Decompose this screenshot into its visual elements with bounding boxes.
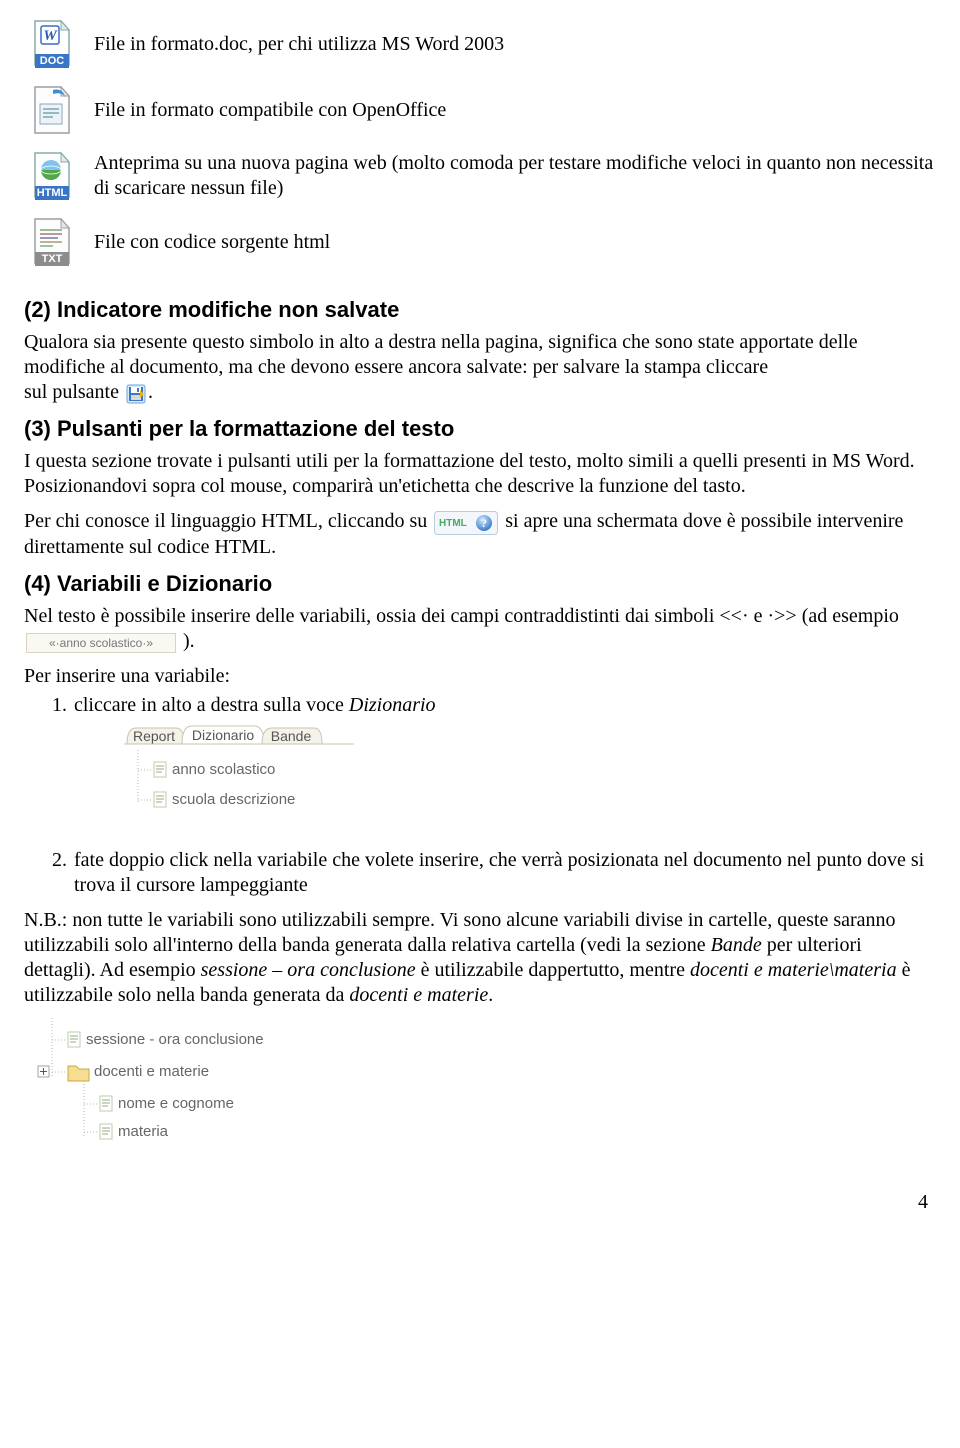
section-3-p2: Per chi conosce il linguaggio HTML, clic… (24, 509, 936, 560)
section-4-p2: Per inserire una variabile: (24, 664, 936, 689)
openoffice-file-icon (24, 84, 80, 136)
nb-2: Bande (711, 934, 762, 956)
svg-text:docenti e materie: docenti e materie (94, 1063, 209, 1080)
list-item-2: fate doppio click nella variabile che vo… (72, 848, 936, 898)
file-type-list: W DOC File in formato.doc, per chi utili… (24, 18, 936, 268)
doc-file-icon: W DOC (24, 18, 80, 70)
nb-6: docenti e materie\materia (690, 959, 897, 981)
section-2-text-c: . (148, 381, 153, 403)
html-label: HTML (439, 518, 467, 529)
variables-tree: sessione - ora conclusione docenti e mat… (34, 1018, 294, 1148)
nb-8: docenti e materie (349, 984, 488, 1006)
section-4-nb: N.B.: non tutte le variabili sono utiliz… (24, 908, 936, 1008)
section-4-p1: Nel testo è possibile inserire delle var… (24, 604, 936, 655)
section-3-p1: I questa sezione trovate i pulsanti util… (24, 449, 936, 499)
svg-text:scuola descrizione: scuola descrizione (172, 791, 295, 808)
section-2-para: Qualora sia presente questo simbolo in a… (24, 330, 936, 406)
svg-text:Dizionario: Dizionario (192, 727, 254, 743)
svg-text:TXT: TXT (42, 253, 63, 265)
variable-badge-icon: «·anno scolastico·» (26, 629, 176, 654)
list-item-1: cliccare in alto a destra sulla voce Diz… (72, 693, 936, 822)
section-4-p1a: Nel testo è possibile inserire delle var… (24, 605, 899, 627)
svg-text:anno scolastico: anno scolastico (172, 761, 275, 778)
html-file-desc: Anteprima su una nuova pagina web (molto… (94, 151, 936, 201)
txt-file-desc: File con codice sorgente html (94, 230, 936, 255)
nb-label: N.B.: (24, 909, 72, 931)
section-4-title: (4) Variabili e Dizionario (24, 570, 936, 598)
svg-text:?: ? (481, 516, 487, 530)
nb-4: sessione – ora conclusione (201, 959, 416, 981)
save-icon (126, 380, 146, 405)
nb-9: . (488, 984, 493, 1006)
html-file-icon: HTML (24, 150, 80, 202)
svg-text:«·anno scolastico·»: «·anno scolastico·» (49, 636, 153, 650)
doc-file-desc: File in formato.doc, per chi utilizza MS… (94, 32, 936, 57)
openoffice-file-desc: File in formato compatibile con OpenOffi… (94, 98, 936, 123)
section-4-list: cliccare in alto a destra sulla voce Diz… (52, 693, 936, 898)
section-2-text-a: Qualora sia presente questo simbolo in a… (24, 331, 858, 378)
dizionario-tabs-tree: Report Dizionario Bande (124, 722, 354, 822)
section-3-p2a: Per chi conosce il linguaggio HTML, clic… (24, 510, 427, 532)
svg-text:Report: Report (133, 728, 175, 744)
page-number: 4 (24, 1190, 936, 1215)
li1-text: cliccare in alto a destra sulla voce (74, 694, 349, 716)
section-4-p1b: ). (183, 630, 195, 652)
svg-text:W: W (43, 28, 58, 44)
svg-text:sessione - ora conclusione: sessione - ora conclusione (86, 1031, 264, 1048)
svg-text:DOC: DOC (40, 55, 65, 67)
html-help-button-icon: HTML ? (434, 510, 498, 535)
svg-text:Bande: Bande (271, 728, 312, 744)
section-3-title: (3) Pulsanti per la formattazione del te… (24, 415, 936, 443)
nb-5: è utilizzabile dappertutto, mentre (416, 959, 690, 981)
li1-italic: Dizionario (349, 694, 436, 716)
svg-text:HTML: HTML (37, 187, 68, 199)
txt-file-icon: TXT (24, 216, 80, 268)
svg-text:materia: materia (118, 1123, 169, 1140)
section-2-text-b: sul pulsante (24, 381, 119, 403)
svg-text:nome e cognome: nome e cognome (118, 1095, 234, 1112)
section-2-title: (2) Indicatore modifiche non salvate (24, 296, 936, 324)
